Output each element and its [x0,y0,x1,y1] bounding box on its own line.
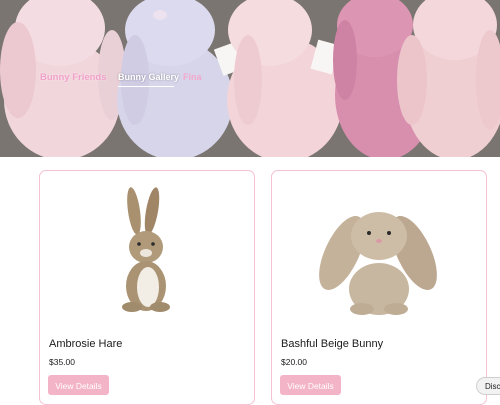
product-price: $35.00 [49,357,75,367]
nav-link-fina[interactable]: Fina [183,72,202,82]
product-card[interactable]: Bashful Beige Bunny $20.00 View Details [271,170,487,405]
product-name[interactable]: Ambrosie Hare [49,338,122,350]
product-image-ambrosie-hare [122,187,170,312]
view-details-button[interactable]: View Details [280,375,341,395]
product-card[interactable]: Ambrosie Hare $35.00 View Details [39,170,255,405]
active-nav-underline [118,86,174,87]
floating-disc-button[interactable]: Disc [476,377,500,395]
product-name[interactable]: Bashful Beige Bunny [281,338,383,350]
product-price: $20.00 [281,357,307,367]
top-nav: Bunny Friends Bunny Gallery Fina [0,68,500,90]
product-image-bashful-beige-bunny [319,212,437,315]
view-details-button[interactable]: View Details [48,375,109,395]
hero-banner: Bunny Friends Bunny Gallery Fina [0,0,500,157]
brand-logo[interactable]: Bunny Friends [40,72,107,83]
nav-link-bunny-gallery[interactable]: Bunny Gallery [118,72,179,82]
